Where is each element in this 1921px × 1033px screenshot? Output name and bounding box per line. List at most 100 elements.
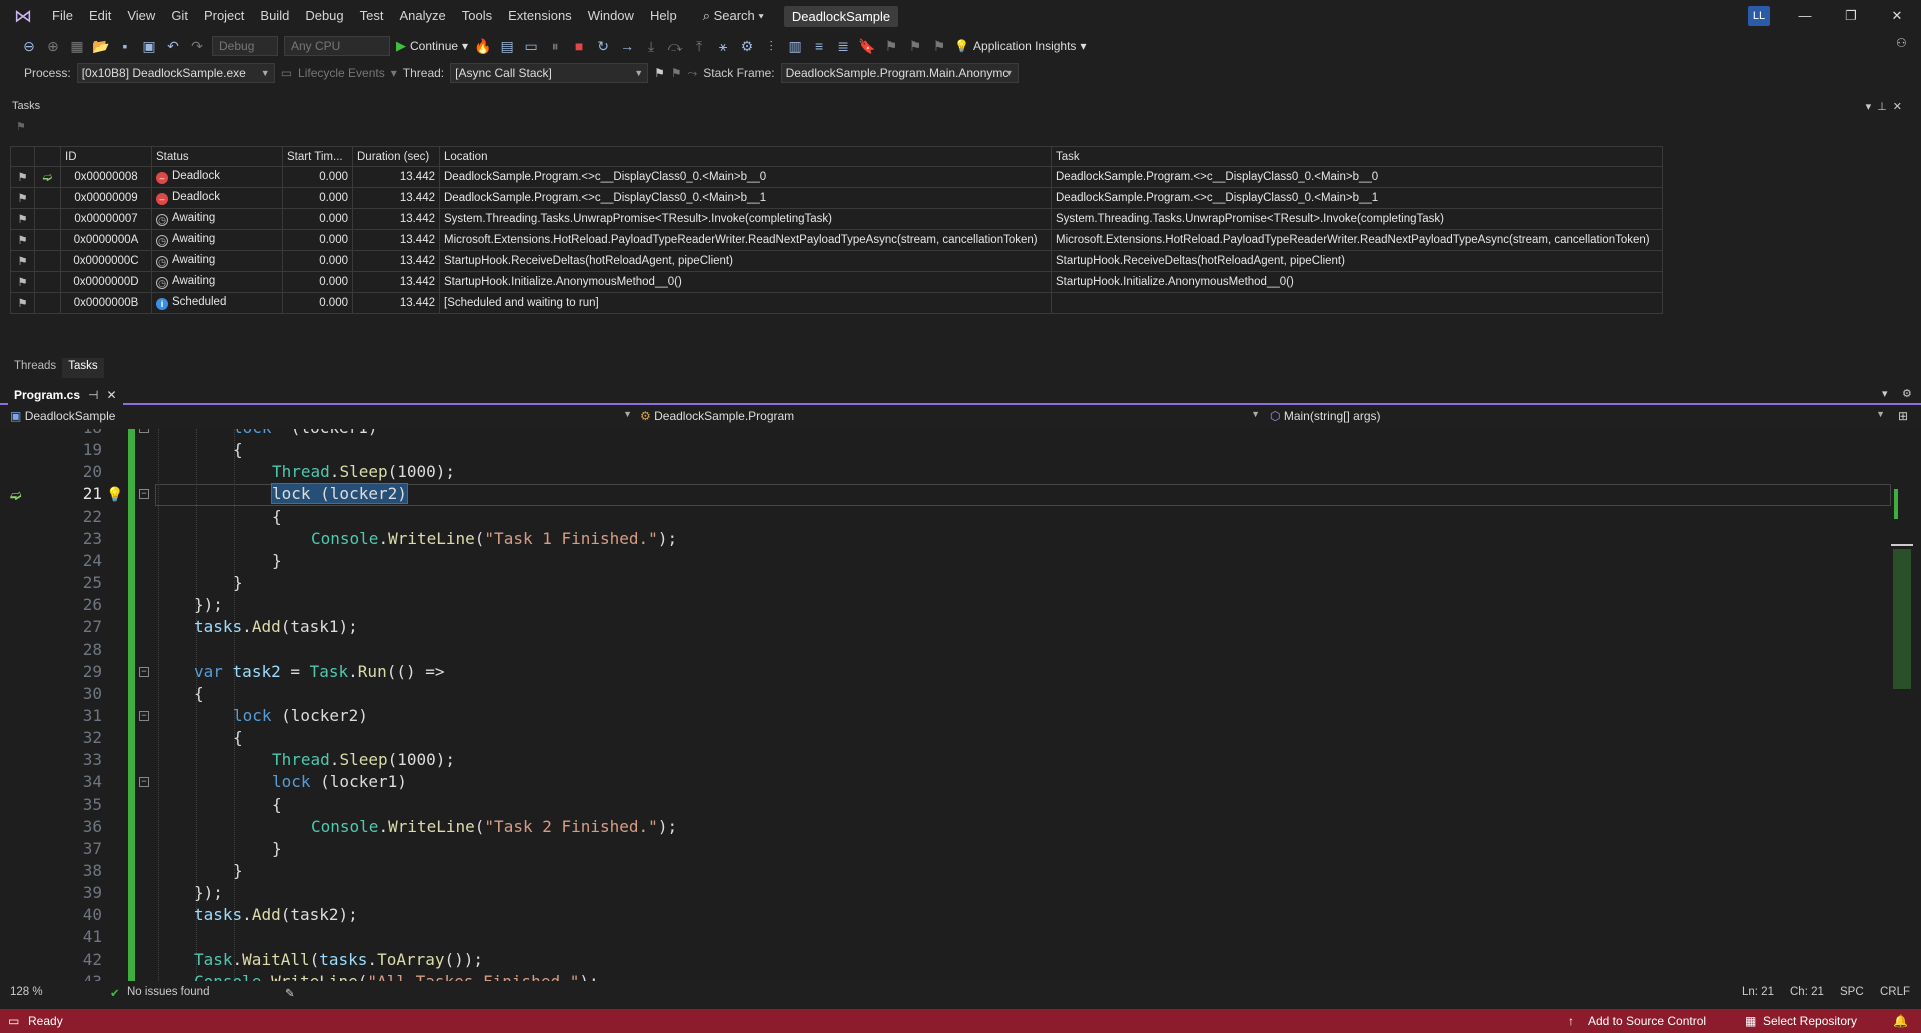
platform-select[interactable]: Any CPU bbox=[284, 36, 390, 56]
undo-icon[interactable]: ↶ bbox=[164, 38, 182, 55]
issues-status[interactable]: No issues found bbox=[127, 986, 209, 998]
bookmark-next-icon[interactable]: ⚑ bbox=[906, 38, 924, 55]
show-flagged-icon[interactable]: ⤳ bbox=[688, 66, 698, 81]
code-editor[interactable]: ➫ 💡 18−lock (locker1)19{20Thread.Sleep(1… bbox=[0, 429, 1921, 981]
code-line[interactable]: 21 − lock (locker2) bbox=[0, 483, 1921, 505]
code-line[interactable]: 18 − lock (locker1) bbox=[0, 429, 1921, 439]
task-row[interactable]: ⚑ 0x00000009– Deadlock 0.000 13.442 DeadlockS… bbox=[10, 187, 1663, 209]
flag-icon[interactable]: ⚑ bbox=[17, 277, 27, 289]
code-line[interactable]: 37} bbox=[0, 838, 1921, 860]
tab-list-icon[interactable]: ▾ bbox=[1882, 387, 1888, 400]
menu-file[interactable]: File bbox=[44, 0, 81, 32]
notifications-icon[interactable]: 🔔 bbox=[1893, 1014, 1908, 1028]
code-line[interactable]: 27 tasks.Add(task1); bbox=[0, 616, 1921, 638]
task-row[interactable]: ⚑ ➫ 0x00000008– Deadlock 0.000 13.442 Deadlock… bbox=[10, 166, 1663, 188]
flag-icon[interactable]: ⚑ bbox=[17, 214, 27, 226]
menu-test[interactable]: Test bbox=[352, 0, 392, 32]
code-line[interactable]: 28 bbox=[0, 639, 1921, 661]
column-header-start-time[interactable]: Start Tim... bbox=[282, 146, 353, 167]
flag-cell[interactable]: ⚑ bbox=[10, 250, 35, 272]
flag-cell[interactable]: ⚑ bbox=[10, 166, 35, 188]
diagnostic-icon[interactable]: ⚹ bbox=[714, 38, 732, 55]
code-line[interactable]: 29 − var task2 = Task.Run(() => bbox=[0, 661, 1921, 683]
code-line[interactable]: 38} bbox=[0, 860, 1921, 882]
save-all-icon[interactable]: ▣ bbox=[140, 38, 158, 55]
task-row[interactable]: ⚑ 0x0000000A ◷ Awaiting 0.000 13.442 Microsoft… bbox=[10, 229, 1663, 251]
live-share-icon[interactable]: ⚇ bbox=[1896, 36, 1907, 50]
comment-icon[interactable]: ≡ bbox=[810, 38, 828, 54]
task-row[interactable]: ⚑ 0x0000000B i Scheduled 0.000 13.442 [Schedul… bbox=[10, 292, 1663, 314]
close-window-button[interactable]: ✕ bbox=[1874, 0, 1920, 32]
tab-program-cs[interactable]: Program.cs ⊣ ✕ bbox=[8, 385, 123, 405]
code-line[interactable]: 22 { bbox=[0, 506, 1921, 528]
collapse-icon[interactable]: − bbox=[139, 429, 149, 433]
step-into-icon[interactable]: ⤓ bbox=[642, 38, 660, 55]
flag-icon[interactable]: ⚑ bbox=[17, 256, 27, 268]
code-line[interactable]: 40 tasks.Add(task2); bbox=[0, 904, 1921, 926]
lifecycle-dropdown-icon[interactable]: ▾ bbox=[391, 66, 397, 80]
flag-cell[interactable]: ⚑ bbox=[10, 208, 35, 230]
flag-cell[interactable]: ⚑ bbox=[10, 187, 35, 209]
scrollbar-thumb[interactable] bbox=[1893, 549, 1911, 689]
code-line[interactable]: 25} bbox=[0, 572, 1921, 594]
cleanup-icon[interactable]: ✎ bbox=[285, 986, 295, 1000]
flag-cell[interactable]: ⚑ bbox=[10, 271, 35, 293]
menu-debug[interactable]: Debug bbox=[297, 0, 351, 32]
navigate-forward-icon[interactable]: ⊕ bbox=[44, 38, 62, 55]
code-line[interactable]: 23 Console.WriteLine("Task 1 Finished."); bbox=[0, 528, 1921, 550]
flag-icon[interactable]: ⚑ bbox=[17, 193, 27, 205]
column-header-status[interactable]: Status bbox=[151, 146, 283, 167]
bookmark-clear-icon[interactable]: ⚑ bbox=[930, 38, 948, 55]
stop-debugging-icon[interactable]: ■ bbox=[570, 38, 588, 54]
code-line[interactable]: 26}); bbox=[0, 594, 1921, 616]
new-project-icon[interactable]: ▦ bbox=[68, 38, 86, 55]
continue-button[interactable]: ▶ Continue ▾ bbox=[396, 38, 468, 54]
editor-scrollbar[interactable] bbox=[1891, 429, 1913, 981]
code-line[interactable]: 30 { bbox=[0, 683, 1921, 705]
configuration-select[interactable]: Debug bbox=[212, 36, 278, 56]
menu-extensions[interactable]: Extensions bbox=[500, 0, 580, 32]
show-next-statement-icon[interactable]: → bbox=[618, 38, 636, 54]
threads-icon[interactable]: ⫶ bbox=[762, 38, 780, 55]
add-to-source-control-button[interactable]: Add to Source Control bbox=[1588, 1014, 1706, 1028]
code-line[interactable]: 41 bbox=[0, 926, 1921, 948]
task-row[interactable]: ⚑ 0x0000000D ◷ Awaiting 0.000 13.442 StartupHo… bbox=[10, 271, 1663, 293]
menu-build[interactable]: Build bbox=[252, 0, 297, 32]
navigate-back-icon[interactable]: ⊖ bbox=[20, 38, 38, 55]
menu-analyze[interactable]: Analyze bbox=[391, 0, 453, 32]
column-header-duration[interactable]: Duration (sec) bbox=[352, 146, 440, 167]
pin-icon[interactable]: ⊥ bbox=[1877, 101, 1893, 113]
code-line[interactable]: 20 Thread.Sleep(1000); bbox=[0, 461, 1921, 483]
collapse-icon[interactable]: − bbox=[139, 777, 149, 788]
select-repository-button[interactable]: Select Repository bbox=[1763, 1014, 1857, 1028]
lifecycle-events-label[interactable]: Lifecycle Events bbox=[298, 66, 385, 80]
code-line[interactable]: 39}); bbox=[0, 882, 1921, 904]
code-line[interactable]: 43 Console.WriteLine("All Taskes Finished… bbox=[0, 971, 1921, 981]
user-avatar[interactable]: LL bbox=[1748, 6, 1770, 26]
code-line[interactable]: 33 Thread.Sleep(1000); bbox=[0, 749, 1921, 771]
line-endings[interactable]: CRLF bbox=[1880, 986, 1910, 998]
bookmark-prev-icon[interactable]: ⚑ bbox=[882, 38, 900, 55]
code-line[interactable]: 19 { bbox=[0, 439, 1921, 461]
project-nav-select[interactable]: ▣ DeadlockSample ▼ bbox=[10, 409, 632, 427]
whitespace-mode[interactable]: SPC bbox=[1840, 986, 1864, 998]
flag-thread-icon[interactable]: ⚑ bbox=[654, 66, 665, 80]
class-nav-select[interactable]: ⚙ DeadlockSample.Program ▼ bbox=[640, 409, 1260, 427]
menu-view[interactable]: View bbox=[119, 0, 163, 32]
menu-git[interactable]: Git bbox=[163, 0, 196, 32]
code-line[interactable]: 24} bbox=[0, 550, 1921, 572]
task-row[interactable]: ⚑ 0x00000007 ◷ Awaiting 0.000 13.442 System.Th… bbox=[10, 208, 1663, 230]
open-file-icon[interactable]: 📂 bbox=[92, 38, 110, 55]
menu-tools[interactable]: Tools bbox=[454, 0, 500, 32]
flag-icon[interactable]: ⚑ bbox=[17, 235, 27, 247]
flag-icon[interactable]: ⚑ bbox=[17, 172, 27, 184]
application-insights-button[interactable]: 💡 Application Insights ▾ bbox=[954, 39, 1086, 53]
bookmark-icon[interactable]: 🔖 bbox=[858, 38, 876, 55]
hex-icon[interactable]: ⚙ bbox=[738, 38, 756, 55]
column-header-id[interactable]: ID bbox=[60, 146, 152, 167]
column-header-location[interactable]: Location bbox=[439, 146, 1052, 167]
browse-icon[interactable]: ▤ bbox=[498, 38, 516, 55]
column-number[interactable]: Ch: 21 bbox=[1790, 986, 1824, 998]
restart-icon[interactable]: ↻ bbox=[594, 38, 612, 55]
step-over-icon[interactable]: ⤼ bbox=[666, 38, 684, 55]
